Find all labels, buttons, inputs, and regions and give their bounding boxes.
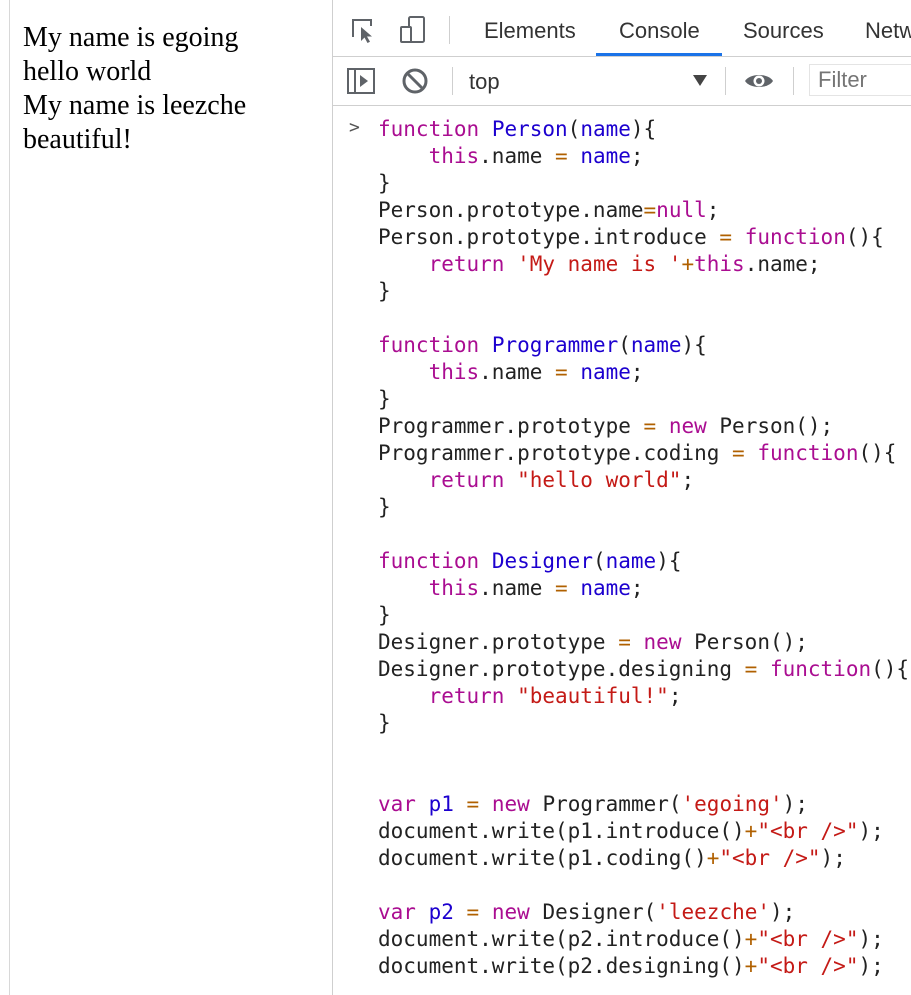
console-code-block[interactable]: function Person(name){ this.name = name;… — [378, 116, 909, 980]
code-line: Designer.prototype.designing = function(… — [378, 657, 910, 681]
code-line: ​ — [378, 737, 909, 764]
console-output[interactable]: > function Person(name){ this.name = nam… — [333, 106, 911, 995]
page-output-line: beautiful! — [23, 124, 132, 155]
code-line: ​ — [378, 521, 909, 548]
inspect-element-icon[interactable] — [347, 14, 379, 46]
code-line: } — [378, 279, 391, 303]
console-prompt: > — [349, 117, 360, 138]
toolbar-separator — [449, 16, 450, 44]
page-output-line: My name is egoing — [23, 22, 239, 53]
page-left-edge — [0, 0, 10, 995]
code-line: var p1 = new Programmer('egoing'); — [378, 792, 808, 816]
code-line: Designer.prototype = new Person(); — [378, 630, 808, 654]
tab-elements[interactable]: Elements — [484, 0, 576, 56]
clear-console-icon[interactable] — [399, 65, 431, 97]
tab-network[interactable]: Netw — [865, 0, 911, 56]
code-line: } — [378, 171, 391, 195]
sidebar-toggle-icon[interactable] — [345, 65, 377, 97]
code-line: this.name = name; — [428, 576, 644, 600]
page-output-line: My name is leezche — [23, 90, 247, 121]
code-line: this.name = name; — [428, 144, 644, 168]
code-line: return "beautiful!"; — [428, 684, 682, 708]
console-toolbar-separator — [793, 67, 794, 95]
code-line: this.name = name; — [428, 360, 644, 384]
code-line: function Designer(name){ — [378, 549, 682, 573]
devtools-tab-bar: Elements Console Sources Netw — [333, 0, 911, 57]
code-line: document.write(p2.introduce()+"<br />"); — [378, 927, 884, 951]
page-output-line: hello world — [23, 56, 152, 87]
live-expression-eye-icon[interactable] — [743, 65, 775, 97]
device-toolbar-icon[interactable] — [397, 14, 429, 46]
context-selector[interactable]: top — [469, 57, 500, 105]
code-line: return 'My name is '+this.name; — [428, 252, 821, 276]
active-tab-indicator — [596, 53, 722, 56]
code-line: Programmer.prototype.coding = function()… — [378, 441, 897, 465]
code-line: document.write(p1.coding()+"<br />"); — [378, 846, 846, 870]
code-line: ​ — [378, 305, 909, 332]
devtools-panel: Elements Console Sources Netw top Filter… — [333, 0, 911, 995]
chevron-down-icon[interactable] — [693, 75, 707, 86]
code-line: Person.prototype.introduce = function(){ — [378, 225, 884, 249]
tab-sources[interactable]: Sources — [743, 0, 824, 56]
page-output: My name is egoing hello world My name is… — [23, 21, 246, 157]
console-toolbar-separator — [725, 67, 726, 95]
code-line: ​ — [378, 872, 909, 899]
code-line: var p2 = new Designer('leezche'); — [378, 900, 796, 924]
code-line: function Programmer(name){ — [378, 333, 707, 357]
code-line: function Person(name){ — [378, 117, 657, 141]
filter-input[interactable] — [809, 64, 911, 96]
code-line: document.write(p2.designing()+"<br />"); — [378, 954, 884, 978]
console-toolbar: top — [333, 57, 911, 106]
code-line: } — [378, 603, 391, 627]
code-line: document.write(p1.introduce()+"<br />"); — [378, 819, 884, 843]
code-line: } — [378, 711, 391, 735]
code-line: return "hello world"; — [428, 468, 695, 492]
console-toolbar-separator — [452, 67, 453, 95]
code-line: } — [378, 495, 391, 519]
tab-console[interactable]: Console — [619, 0, 700, 56]
code-line: } — [378, 387, 391, 411]
code-line: Person.prototype.name=null; — [378, 198, 720, 222]
code-line: ​ — [378, 764, 909, 791]
code-line: Programmer.prototype = new Person(); — [378, 414, 834, 438]
page-preview: My name is egoing hello world My name is… — [0, 0, 332, 995]
